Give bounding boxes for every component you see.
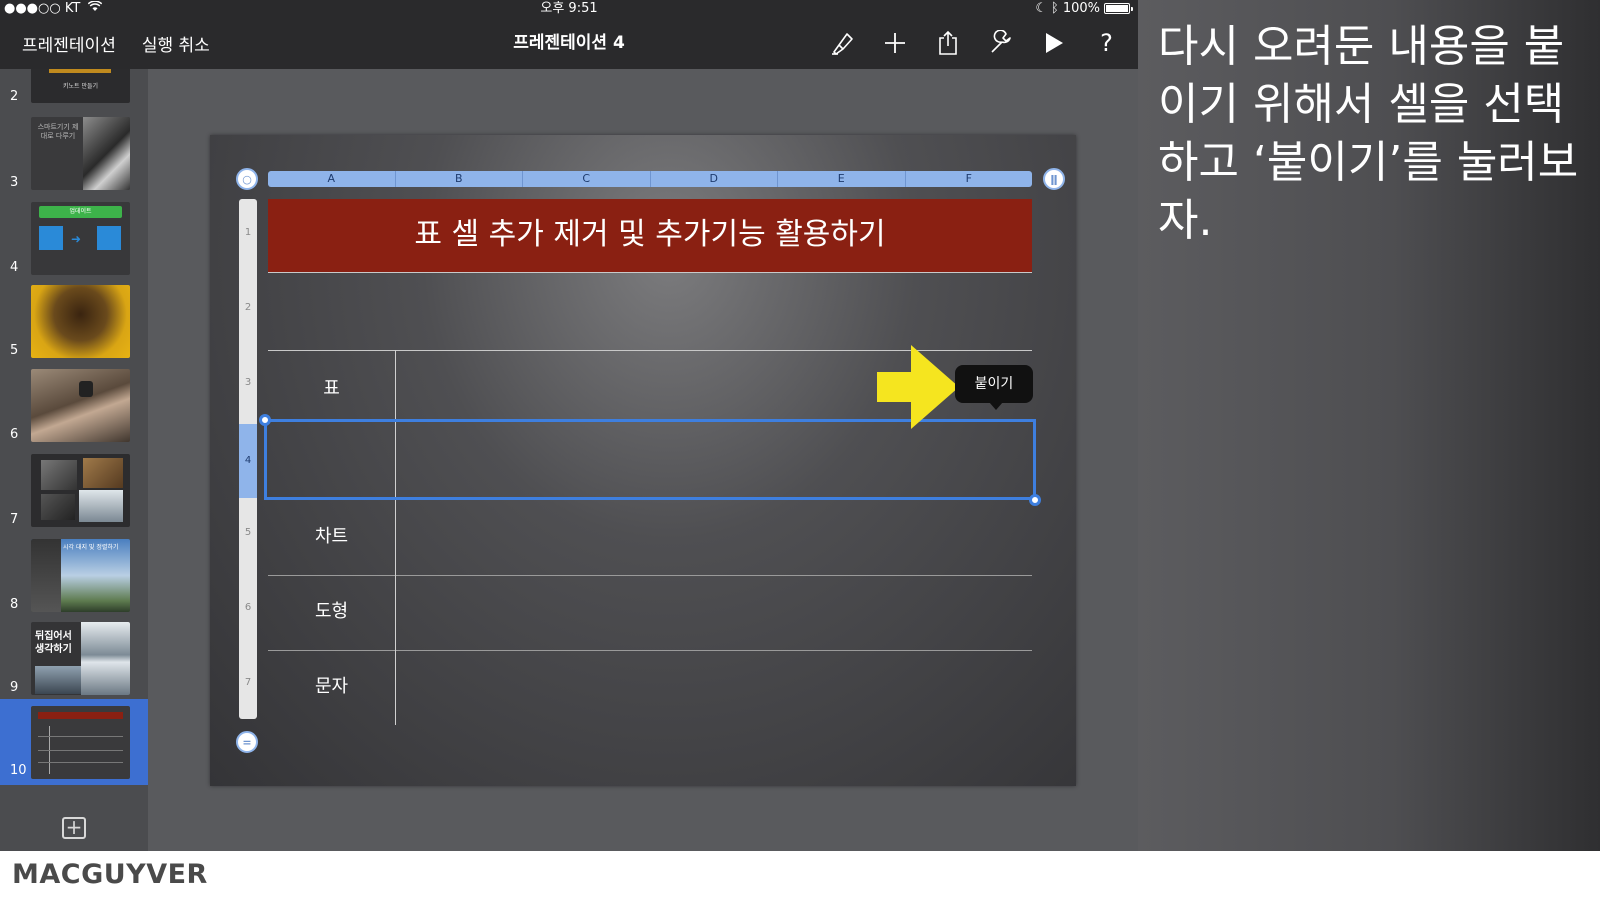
slide-number: 9 — [10, 680, 19, 695]
slide-caption: 스마트기기 제대로 다루기 — [37, 123, 79, 140]
slide-thumbnail-row[interactable]: 5 — [0, 285, 148, 361]
table-cell-label[interactable]: 표 — [268, 374, 395, 400]
add-slide-button[interactable]: + — [62, 817, 86, 839]
slide-thumbnail-row[interactable]: 8 시각 대지 및 정렬하기 — [0, 539, 148, 615]
slide-navigator: 2 키노트 만들기 3 스마트기기 제대로 다루기 4 업데이트 ➜ 5 6 7… — [0, 69, 148, 851]
sunflower-image[interactable] — [31, 285, 130, 358]
instruction-text: 다시 오려둔 내용을 붙이기 위해서 셀을 선택하고 ‘붙이기’를 눌러보자. — [1158, 21, 1579, 246]
slide-number: 5 — [10, 343, 19, 358]
presentations-button[interactable]: 프레젠테이션 — [22, 31, 116, 56]
table-cell-label[interactable]: 차트 — [268, 522, 395, 548]
paste-button[interactable]: 붙이기 — [955, 365, 1033, 410]
column-header[interactable]: E — [778, 171, 906, 187]
row-header[interactable]: 7 — [239, 677, 257, 688]
toolbar-right: ? — [828, 17, 1120, 69]
watch-photo-image[interactable] — [31, 369, 130, 442]
column-header[interactable]: B — [396, 171, 523, 187]
share-icon[interactable] — [934, 30, 961, 57]
status-right: ☾ ᛒ 100% — [1035, 0, 1133, 17]
row-divider — [268, 575, 1032, 576]
table-cell-label[interactable]: 문자 — [268, 672, 395, 698]
slide-thumbnail-row[interactable]: 2 키노트 만들기 — [0, 69, 148, 105]
toolbar: 프레젠테이션 실행 취소 프레젠테이션 4 ? — [0, 17, 1138, 69]
row-header[interactable]: 2 — [239, 302, 257, 313]
footer: MACGUYVER — [0, 851, 1600, 900]
slide-number: 10 — [10, 763, 27, 778]
table-title-cell[interactable]: 표 셀 추가 제거 및 추가기능 활용하기 — [268, 199, 1032, 273]
help-icon[interactable]: ? — [1093, 29, 1120, 57]
slide-caption: 시각 대지 및 정렬하기 — [63, 544, 119, 551]
column-divider — [395, 350, 396, 725]
slide-thumbnail-row[interactable]: 3 스마트기기 제대로 다루기 — [0, 117, 148, 193]
screen: ●●●○○ KT 오후 9:51 ☾ ᛒ 100% 프레젠테이션 실행 취소 프… — [0, 0, 1600, 900]
slide-thumbnail[interactable] — [31, 454, 130, 527]
row-divider — [268, 650, 1032, 651]
battery-percent: 100% — [1062, 1, 1100, 16]
undo-button[interactable]: 실행 취소 — [142, 31, 210, 56]
slide-thumbnail-row[interactable]: 4 업데이트 ➜ — [0, 202, 148, 278]
slide-thumbnail-row[interactable]: 9 뒤집어서 생각하기 — [0, 622, 148, 698]
slide-number: 7 — [10, 512, 19, 527]
column-header[interactable]: F — [906, 171, 1033, 187]
slide-thumbnail-row[interactable]: 7 — [0, 454, 148, 530]
slide-thumbnail[interactable]: 스마트기기 제대로 다루기 — [31, 117, 130, 190]
clock: 오후 9:51 — [540, 1, 598, 16]
slide-number: 3 — [10, 175, 19, 190]
slide-thumbnail[interactable]: 키노트 만들기 — [31, 69, 130, 103]
slide-thumbnail-row[interactable]: 6 — [0, 369, 148, 445]
moon-icon: ☾ — [1035, 1, 1048, 16]
row-header-bar[interactable]: 1 2 3 4 5 6 7 — [239, 199, 257, 719]
table-cell-label[interactable]: 도형 — [268, 597, 395, 623]
battery-icon — [1104, 3, 1133, 14]
ipad-screen: ●●●○○ KT 오후 9:51 ☾ ᛒ 100% 프레젠테이션 실행 취소 프… — [0, 0, 1138, 851]
brand-logo: MACGUYVER — [12, 859, 208, 890]
slide-number: 4 — [10, 260, 19, 275]
table-select-handle[interactable]: ○ — [236, 168, 258, 190]
cell-selection[interactable] — [264, 419, 1036, 500]
slide-thumbnail[interactable] — [31, 706, 130, 779]
column-header[interactable]: C — [523, 171, 651, 187]
add-column-handle[interactable]: ǁ — [1043, 168, 1065, 190]
row-header[interactable]: 5 — [239, 527, 257, 538]
add-icon[interactable] — [881, 30, 908, 57]
row-header[interactable]: 1 — [239, 227, 257, 238]
selection-handle-start[interactable] — [259, 414, 271, 426]
column-header[interactable]: A — [268, 171, 396, 187]
slide-caption: 키노트 만들기 — [62, 83, 99, 90]
add-row-handle[interactable]: = — [236, 731, 258, 753]
format-brush-icon[interactable] — [828, 30, 855, 57]
row-header-selected[interactable]: 4 — [239, 424, 257, 498]
play-icon[interactable] — [1040, 30, 1067, 57]
yellow-arrow-icon — [877, 345, 959, 429]
selection-handle-end[interactable] — [1029, 494, 1041, 506]
instruction-panel: 다시 오려둔 내용을 붙이기 위해서 셀을 선택하고 ‘붙이기’를 눌러보자. — [1138, 0, 1600, 851]
slide-thumbnail[interactable]: 뒤집어서 생각하기 — [31, 622, 130, 695]
status-bar: ●●●○○ KT 오후 9:51 ☾ ᛒ 100% — [0, 0, 1138, 17]
slide-number: 8 — [10, 597, 19, 612]
bluetooth-icon: ᛒ — [1051, 1, 1059, 16]
column-header-bar[interactable]: A B C D E F — [268, 171, 1032, 187]
slide-caption: 뒤집어서 생각하기 — [35, 631, 72, 655]
slide-number: 2 — [10, 89, 19, 104]
slide-thumbnail[interactable]: 시각 대지 및 정렬하기 — [31, 539, 130, 612]
slide-number: 6 — [10, 427, 19, 442]
slide-thumbnail-row-selected[interactable]: 10 — [0, 699, 148, 785]
slide-thumbnail[interactable]: 업데이트 ➜ — [31, 202, 130, 275]
slide-caption: 업데이트 — [39, 206, 122, 218]
column-header[interactable]: D — [651, 171, 778, 187]
row-header[interactable]: 6 — [239, 602, 257, 613]
row-header[interactable]: 3 — [239, 377, 257, 388]
toolbar-left: 프레젠테이션 실행 취소 — [22, 17, 210, 69]
wrench-icon[interactable] — [987, 30, 1014, 57]
